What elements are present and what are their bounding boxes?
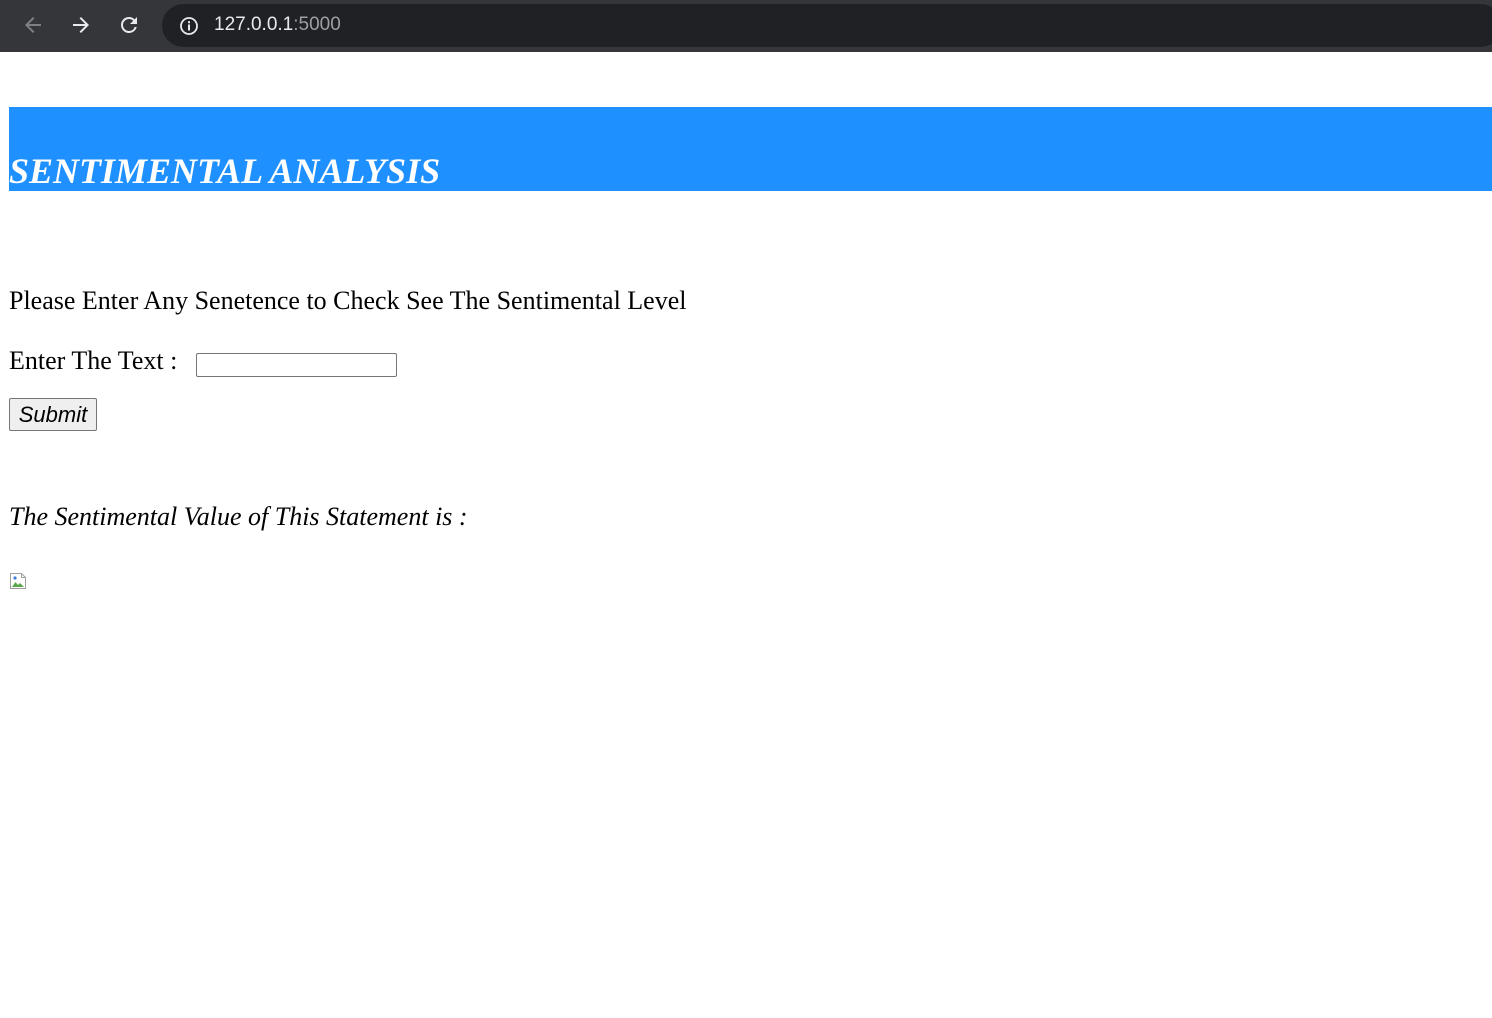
instruction-text: Please Enter Any Senetence to Check See … [9, 286, 687, 315]
broken-image-icon [10, 573, 26, 589]
arrow-left-icon [25, 17, 41, 33]
address-bar[interactable]: 127.0.0.1:5000 [162, 4, 1492, 47]
url-port: :5000 [293, 14, 341, 35]
result-label: The Sentimental Value of This Statement … [9, 502, 468, 531]
text-input-label: Enter The Text : [9, 346, 178, 375]
arrow-right-icon [73, 17, 89, 33]
url-host: 127.0.0.1 [214, 14, 294, 35]
url-text: 127.0.0.1:5000 [214, 14, 341, 36]
reload-icon [121, 17, 137, 33]
browser-toolbar: 127.0.0.1:5000 [0, 0, 1492, 52]
page-title: SENTIMENTAL ANALYSIS [9, 151, 441, 191]
text-input[interactable] [196, 353, 397, 377]
info-icon[interactable] [179, 16, 199, 36]
header-banner: SENTIMENTAL ANALYSIS [9, 107, 1492, 191]
reload-button[interactable] [112, 8, 146, 42]
submit-button[interactable]: Submit [9, 398, 97, 431]
back-button[interactable] [16, 8, 50, 42]
forward-button[interactable] [64, 8, 98, 42]
